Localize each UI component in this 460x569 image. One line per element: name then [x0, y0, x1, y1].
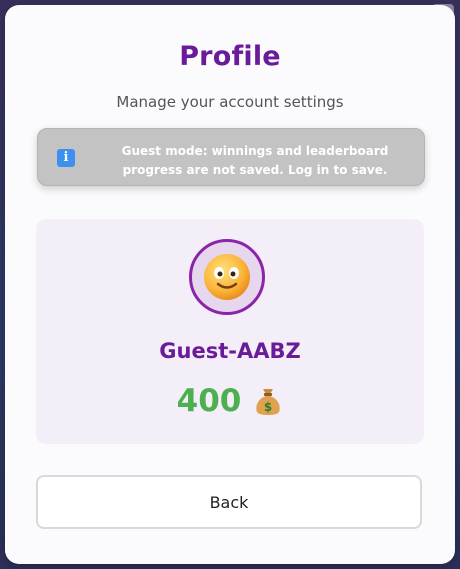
notice-text: Guest mode: winnings and leaderboard pro… — [121, 144, 389, 177]
info-icon: i — [57, 149, 75, 167]
guest-mode-notice: i Guest mode: winnings and leaderboard p… — [37, 128, 425, 186]
username: Guest-AABZ — [159, 339, 301, 363]
page-title: Profile — [179, 41, 281, 72]
page-subtitle: Manage your account settings — [116, 93, 344, 111]
back-button[interactable]: Back — [36, 475, 422, 529]
balance-amount: 400 — [176, 383, 242, 419]
svg-text:$: $ — [264, 400, 272, 414]
balance-row: 400 $ — [36, 379, 424, 423]
profile-dialog: Profile Manage your account settings i G… — [5, 5, 455, 564]
avatar — [189, 239, 265, 315]
smiling-face-icon — [204, 254, 250, 300]
profile-summary: Guest-AABZ 400 $ — [36, 219, 424, 444]
money-bag-icon: $ — [256, 389, 281, 415]
